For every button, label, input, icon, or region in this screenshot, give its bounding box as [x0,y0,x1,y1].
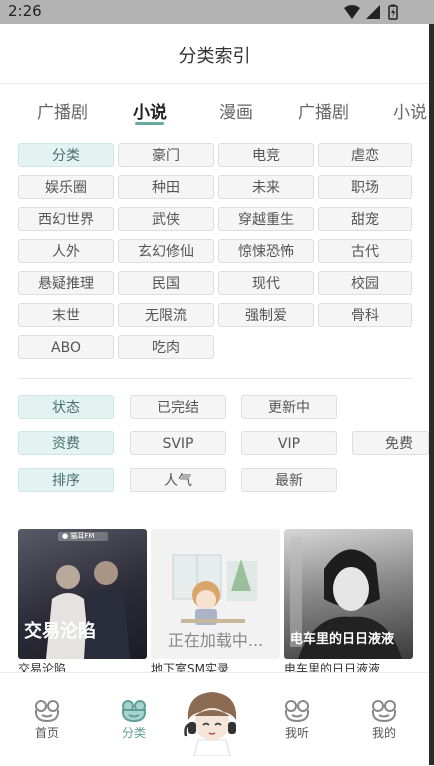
mascot-button[interactable] [180,686,244,756]
nav-profile[interactable]: 我的 [354,699,414,741]
book-title[interactable]: 交易沦陷 [18,660,147,672]
category-chip[interactable]: 豪门 [118,143,214,167]
category-chip[interactable]: 民国 [118,271,214,295]
book-cover[interactable]: 电车里的日日液液 [284,529,413,659]
category-chip[interactable]: 职场 [318,175,412,199]
result-grid: 交易沦陷 ● 猫耳FM 交易沦陷 正在加载中... 地下室SM实录 电车里的日日… [0,529,429,672]
category-label-chip[interactable]: 分类 [18,143,114,167]
sort-option-chip[interactable]: 人气 [130,468,226,492]
tab-radio-drama-2[interactable]: 广播剧 [298,98,349,123]
nav-home-label: 首页 [34,726,59,740]
signal-icon [366,5,380,19]
type-tabs: 广播剧 小说 漫画 广播剧 小说 [0,84,429,132]
price-label-chip[interactable]: 资费 [18,431,114,455]
section-divider [18,378,412,379]
status-bar: 2:26 [0,0,434,24]
category-chip[interactable]: 悬疑推理 [18,271,114,295]
cover-badge-text: ● 猫耳FM [62,532,95,540]
category-chip[interactable]: 校园 [318,271,412,295]
category-chip[interactable]: 西幻世界 [18,207,114,231]
status-option-chip[interactable]: 更新中 [241,395,337,419]
price-option-chip[interactable]: 免费 [352,431,429,455]
category-chip[interactable]: 惊悚恐怖 [218,239,314,263]
category-chip[interactable]: 人外 [18,239,114,263]
book-title[interactable]: 地下室SM实录 [151,660,280,672]
status-label-chip[interactable]: 状态 [18,395,114,419]
status-icons [344,4,398,20]
price-option-chip[interactable]: VIP [241,431,337,455]
book-title[interactable]: 电车里的日日液液 [284,660,413,672]
category-chip[interactable]: 虐恋 [318,143,412,167]
book-cover-loading[interactable]: 正在加载中... [151,529,280,659]
frog-profile-icon [371,700,397,723]
category-chip[interactable]: 种田 [118,175,214,199]
page-title: 分类索引 [178,46,251,67]
tab-comic[interactable]: 漫画 [219,98,253,123]
nav-home[interactable]: 首页 [17,699,77,741]
status-option-chip[interactable]: 已完结 [130,395,226,419]
book-cover[interactable]: 交易沦陷 ● 猫耳FM [18,529,147,659]
page-header: 分类索引 [0,24,429,84]
tab-radio-drama[interactable]: 广播剧 [37,98,88,123]
category-chip[interactable]: 吃肉 [118,335,214,359]
loading-text: 正在加载中... [167,631,264,650]
category-chip[interactable]: 玄幻修仙 [118,239,214,263]
category-chip[interactable]: 甜宠 [318,207,412,231]
nav-category[interactable]: 分类 [104,699,164,741]
wifi-icon [344,5,360,19]
sort-label-chip[interactable]: 排序 [18,468,114,492]
active-tab-indicator [135,122,164,125]
category-chip[interactable]: ABO [18,335,114,359]
frog-category-icon [121,700,147,723]
price-option-chip[interactable]: SVIP [130,431,226,455]
cover-title-text: 交易沦陷 [24,621,96,642]
category-chip[interactable]: 穿越重生 [218,207,314,231]
tab-novel[interactable]: 小说 [133,98,167,123]
category-chip[interactable]: 古代 [318,239,412,263]
category-chip[interactable]: 武侠 [118,207,214,231]
nav-listen-label: 我听 [284,726,309,740]
nav-category-label: 分类 [121,726,146,740]
category-chip[interactable]: 骨科 [318,303,412,327]
category-chip[interactable]: 无限流 [118,303,214,327]
nav-listen[interactable]: 我听 [267,699,327,741]
window-edge [429,24,434,765]
category-chip[interactable]: 电竞 [218,143,314,167]
category-chip[interactable]: 末世 [18,303,114,327]
status-time: 2:26 [8,2,42,20]
frog-listen-icon [284,700,310,723]
cover-title-text: 电车里的日日液液 [290,632,395,647]
nav-profile-label: 我的 [371,726,396,740]
category-chip[interactable]: 现代 [218,271,314,295]
frog-home-icon [34,700,60,723]
category-chip[interactable]: 未来 [218,175,314,199]
sort-option-chip[interactable]: 最新 [241,468,337,492]
tab-novel-2[interactable]: 小说 [393,98,427,123]
category-chip[interactable]: 娱乐圈 [18,175,114,199]
category-chip[interactable]: 强制爱 [218,303,314,327]
